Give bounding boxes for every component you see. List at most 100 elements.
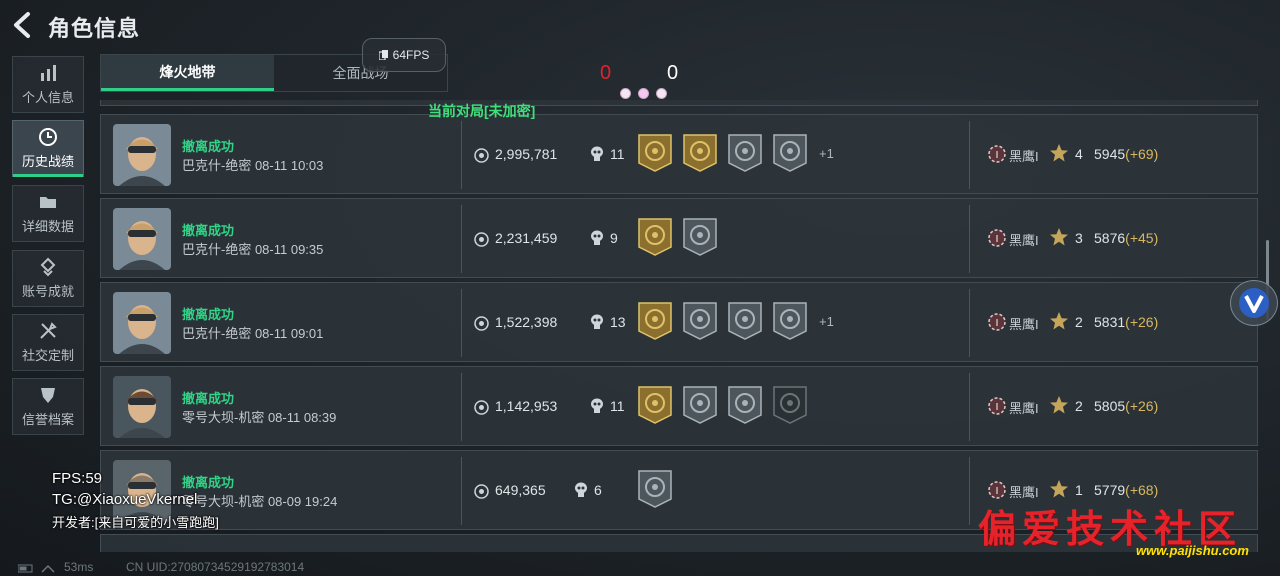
divider bbox=[461, 373, 462, 441]
bar-chart-icon bbox=[41, 65, 56, 81]
divider bbox=[461, 457, 462, 525]
silver-badge-icon[interactable] bbox=[682, 217, 718, 257]
coin-icon bbox=[474, 148, 489, 163]
badge-list bbox=[637, 385, 808, 425]
divider bbox=[969, 121, 970, 189]
star-icon bbox=[1050, 312, 1068, 330]
sidebar-item-achievements[interactable]: 账号成就 bbox=[12, 250, 84, 307]
asset-value: 1,522,398 bbox=[495, 314, 558, 330]
silver-badge-icon[interactable] bbox=[727, 385, 763, 425]
overlay-developer: 开发者:[来自可爱的小雪跑跑] bbox=[52, 515, 219, 530]
map-datetime: 零号大坝-机密 08-11 08:39 bbox=[182, 410, 337, 425]
page-dot bbox=[656, 88, 667, 99]
silver-badge-icon[interactable] bbox=[772, 133, 808, 173]
map-datetime: 巴克什-绝密 08-11 09:35 bbox=[182, 242, 324, 257]
gold-badge-icon[interactable] bbox=[637, 133, 673, 173]
extract-status: 撤离成功 bbox=[182, 223, 235, 238]
silver-badge-icon[interactable] bbox=[637, 469, 673, 509]
svg-text:I: I bbox=[996, 402, 999, 413]
coin-icon bbox=[474, 232, 489, 247]
page-dot bbox=[620, 88, 631, 99]
ping-text: 53ms bbox=[64, 560, 94, 574]
sidebar-item-social[interactable]: 社交定制 bbox=[12, 314, 84, 371]
avatar bbox=[113, 292, 171, 354]
match-row[interactable]: 撤离成功 零号大坝-机密 08-11 08:39 1,142,953 11 I 黑鹰I 2 5… bbox=[100, 366, 1258, 446]
kill-count: 6 bbox=[594, 482, 602, 498]
rank-level: 2 bbox=[1075, 314, 1083, 330]
gold-badge-icon[interactable] bbox=[637, 301, 673, 341]
points-value: 5805 bbox=[1094, 398, 1126, 414]
skull-icon bbox=[591, 146, 603, 161]
rank-level: 1 bbox=[1075, 482, 1083, 498]
divider bbox=[461, 289, 462, 357]
map-datetime: 零号大坝-机密 08-09 19:24 bbox=[182, 494, 338, 509]
kill-count: 13 bbox=[610, 314, 626, 330]
watermark-url: www.paijishu.com bbox=[1136, 543, 1249, 558]
rank-name: 黑鹰I bbox=[1009, 317, 1039, 332]
rank-gear-icon: I bbox=[988, 313, 1006, 331]
uid-text: CN UID:270807345291927830​14 bbox=[126, 560, 305, 574]
silver-badge-icon[interactable] bbox=[772, 301, 808, 341]
sidebar-item-label: 账号成就 bbox=[21, 284, 74, 299]
points-delta: (+69) bbox=[1125, 146, 1159, 162]
points-delta: (+26) bbox=[1125, 314, 1159, 330]
overlay-fps: FPS:59 bbox=[52, 470, 103, 487]
v-logo-icon bbox=[1239, 288, 1269, 318]
sidebar-item-profile[interactable]: 个人信息 bbox=[12, 56, 84, 113]
avatar bbox=[113, 376, 171, 438]
silver-badge-icon[interactable] bbox=[682, 301, 718, 341]
rank-name: 黑鹰I bbox=[1009, 233, 1039, 248]
gold-badge-icon[interactable] bbox=[637, 217, 673, 257]
gold-badge-icon[interactable] bbox=[637, 385, 673, 425]
divider bbox=[461, 121, 462, 189]
clock-icon bbox=[39, 128, 57, 146]
page-dot bbox=[638, 88, 649, 99]
points-value: 5945 bbox=[1094, 146, 1126, 162]
badge-list: +1 bbox=[637, 301, 834, 341]
map-datetime: 巴克什-绝密 08-11 09:01 bbox=[182, 326, 324, 341]
silver-badge-icon[interactable] bbox=[682, 385, 718, 425]
folder-icon bbox=[40, 197, 56, 208]
rank-level: 2 bbox=[1075, 398, 1083, 414]
points-value: 5831 bbox=[1094, 314, 1126, 330]
sidebar-item-credit[interactable]: 信誉档案 bbox=[12, 378, 84, 435]
rank-points: 5831(+26) bbox=[1094, 314, 1158, 330]
silver-badge-icon[interactable] bbox=[727, 301, 763, 341]
more-badges-count: +1 bbox=[819, 313, 834, 329]
badge-list bbox=[637, 469, 673, 509]
badge-list: +1 bbox=[637, 133, 834, 173]
overlay-telegram: TG:@XiaoxueVkernel bbox=[52, 491, 198, 508]
rank-points: 5945(+69) bbox=[1094, 146, 1158, 162]
score-left: 0 bbox=[600, 62, 612, 84]
back-arrow-icon[interactable] bbox=[8, 10, 38, 40]
star-icon bbox=[1050, 228, 1068, 246]
tab-fire-zone[interactable]: 烽火地带 bbox=[101, 55, 274, 91]
silver-badge-icon[interactable] bbox=[727, 133, 763, 173]
extract-status: 撤离成功 bbox=[182, 307, 235, 322]
dark-badge-icon[interactable] bbox=[772, 385, 808, 425]
sidebar-item-details[interactable]: 详细数据 bbox=[12, 185, 84, 242]
rank-points: 5805(+26) bbox=[1094, 398, 1158, 414]
rank-level: 3 bbox=[1075, 230, 1083, 246]
match-row[interactable]: 撤离成功巴克什-绝密 08-11 09:01 1,522,398 13 +1 I 黑鹰I 2… bbox=[100, 282, 1258, 362]
rank-name: 黑鹰I bbox=[1009, 149, 1039, 164]
floating-v-button[interactable] bbox=[1230, 280, 1278, 326]
rank-level: 4 bbox=[1075, 146, 1083, 162]
match-row[interactable]: 撤离成功 巴克什-绝密 08-11 09:35 2,231,459 9 I 黑鹰I 3 587… bbox=[100, 198, 1258, 278]
map-datetime: 巴克什-绝密 08-11 10:03 bbox=[182, 158, 324, 173]
page-title: 角色信息 bbox=[48, 16, 141, 41]
battery-wifi-icon bbox=[18, 564, 55, 573]
asset-value: 2,231,459 bbox=[495, 230, 558, 246]
extract-status: 撤离成功 bbox=[182, 391, 235, 406]
skull-icon bbox=[591, 314, 603, 329]
skull-icon bbox=[591, 230, 603, 245]
sidebar-item-label: 详细数据 bbox=[21, 219, 74, 234]
sidebar-item-history[interactable]: 历史战绩 bbox=[12, 120, 84, 177]
divider bbox=[969, 457, 970, 525]
skull-icon bbox=[575, 482, 587, 497]
match-row[interactable]: 撤离成功 巴克什-绝密 08-11 10:03 2,995,781 11 +1 I 黑鹰I 4… bbox=[100, 114, 1258, 194]
fps-text: 64FPS bbox=[392, 48, 430, 62]
asset-value: 1,142,953 bbox=[495, 398, 558, 414]
svg-text:I: I bbox=[996, 234, 999, 245]
gold-badge-icon[interactable] bbox=[682, 133, 718, 173]
